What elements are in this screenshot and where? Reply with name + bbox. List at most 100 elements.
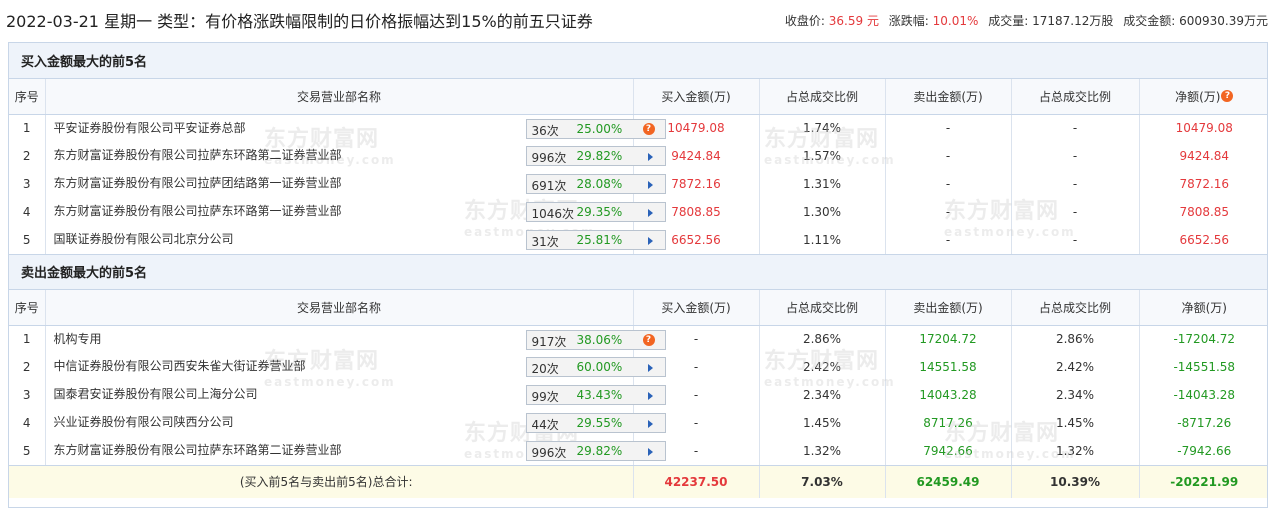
arrow-icon[interactable] [647, 392, 653, 400]
sell-amount-cell: - [885, 198, 1012, 226]
col-header-sell-ratio: 占总成交比例 [1011, 78, 1140, 115]
net-amount-cell: -8717.26 [1177, 416, 1232, 430]
sell-ratio-cell: 2.34% [1011, 381, 1140, 409]
col-header-seq: 序号 [9, 78, 46, 115]
trade-count-box[interactable]: 31次 25.81% [525, 230, 666, 250]
sell-amount-cell: 17204.72 [885, 325, 1012, 353]
sell-amount-cell: 8717.26 [885, 409, 1012, 437]
volume-value: 17187.12万股 [1032, 14, 1114, 28]
sell-ratio-cell: 1.45% [1011, 409, 1140, 437]
col-header-buy-ratio: 占总成交比例 [759, 289, 886, 326]
trade-count-box[interactable]: 44次 29.55% [525, 413, 666, 433]
total-net: -20221.99 [1139, 464, 1267, 498]
col-header-buy-ratio: 占总成交比例 [759, 78, 886, 115]
trade-count-box[interactable]: 996次 29.82% [525, 146, 666, 166]
table-row: 5 国联证券股份有限公司北京分公司 31次 25.81% 6652.56 1.11% - -6… [9, 226, 1267, 255]
arrow-icon[interactable] [647, 448, 653, 456]
branch-name-link[interactable]: 中信证券股份有限公司西安朱雀大街证券营业部 [54, 357, 306, 374]
trade-count-box[interactable]: 99次 43.43% [525, 385, 666, 405]
seq-cell: 4 [9, 198, 46, 226]
sell-ratio-cell: - [1011, 114, 1140, 142]
total-label: (买入前5名与卖出前5名)总合计: [9, 464, 634, 498]
net-amount-cell: 6652.56 [1139, 226, 1267, 255]
net-amount-cell: 10479.08 [1175, 121, 1233, 136]
question-icon[interactable]: ? [642, 333, 655, 346]
col-header-net: 净额(万) [1139, 289, 1267, 326]
win-rate: 29.82% [576, 444, 623, 458]
trade-times: 36次 [531, 123, 559, 138]
sell-ratio-cell: 2.42% [1011, 353, 1140, 381]
trade-times: 691次 [531, 179, 567, 193]
branch-name-link[interactable]: 东方财富证券股份有限公司拉萨东环路第一证券营业部 [54, 202, 342, 219]
buy-ratio-cell: 2.42% [759, 353, 886, 381]
branch-name-link[interactable]: 兴业证券股份有限公司陕西分公司 [54, 413, 234, 430]
trade-count-box[interactable]: 36次 25.00%? [525, 118, 666, 139]
seq-cell: 2 [9, 142, 46, 170]
trade-count-box[interactable]: 1046次 29.35% [525, 202, 666, 222]
branch-name-link[interactable]: 平安证券股份有限公司平安证券总部 [54, 119, 246, 136]
seq-cell: 1 [9, 325, 46, 353]
buy-section-title-row: 买入金额最大的前5名 [9, 43, 1267, 79]
branch-name-link[interactable]: 国泰君安证券股份有限公司上海分公司 [54, 385, 258, 402]
change-label: 涨跌幅: [888, 14, 929, 28]
table-row: 1 平安证券股份有限公司平安证券总部 36次 25.00%? 10479.08 1.74%… [9, 114, 1267, 142]
sell-section-title-row: 卖出金额最大的前5名 [9, 254, 1267, 290]
total-sell-ratio: 10.39% [1011, 464, 1140, 498]
buy-header-row: 序号 交易营业部名称 买入金额(万) 占总成交比例 卖出金额(万) 占总成交比例… [9, 78, 1267, 115]
col-header-buy-amount: 买入金额(万) [633, 78, 760, 115]
change-value: 10.01% [932, 14, 979, 28]
billboard-table: 买入金额最大的前5名 序号 交易营业部名称 买入金额(万) 占总成交比例 卖出金… [9, 43, 1267, 498]
question-icon[interactable]: ? [642, 122, 655, 135]
arrow-icon[interactable] [647, 364, 653, 372]
close-price-value: 36.59 元 [828, 14, 879, 28]
branch-name-link[interactable]: 机构专用 [54, 330, 102, 347]
trade-count-box[interactable]: 917次 38.06%? [525, 329, 666, 350]
table-row: 2 东方财富证券股份有限公司拉萨东环路第二证券营业部 996次 29.82% 9424.… [9, 142, 1267, 170]
branch-cell: 国泰君安证券股份有限公司上海分公司 99次 43.43% [45, 381, 666, 409]
total-buy: 42237.50 [633, 464, 760, 498]
win-rate: 43.43% [576, 388, 623, 402]
win-rate: 38.06% [576, 332, 623, 347]
col-header-seq: 序号 [9, 289, 46, 326]
trade-count-box[interactable]: 996次 29.82% [525, 441, 666, 461]
branch-cell: 平安证券股份有限公司平安证券总部 36次 25.00%? [45, 114, 666, 142]
turnover-label: 成交金额: [1123, 14, 1176, 28]
question-icon[interactable]: ? [1221, 89, 1234, 102]
turnover-value: 600930.39万元 [1179, 14, 1268, 28]
net-amount-cell: -14043.28 [1173, 388, 1236, 402]
sell-amount-cell: 14043.28 [885, 381, 1012, 409]
trade-times: 44次 [531, 418, 559, 432]
col-header-sell-ratio: 占总成交比例 [1011, 289, 1140, 326]
branch-name-link[interactable]: 东方财富证券股份有限公司拉萨东环路第二证券营业部 [54, 146, 342, 163]
trade-times: 917次 [531, 334, 567, 349]
arrow-icon[interactable] [647, 153, 653, 161]
branch-name-link[interactable]: 东方财富证券股份有限公司拉萨东环路第二证券营业部 [54, 441, 342, 458]
branch-cell: 机构专用 917次 38.06%? [45, 325, 666, 353]
net-amount-cell: -7942.66 [1139, 437, 1267, 466]
arrow-icon[interactable] [647, 209, 653, 217]
col-header-sell-amount: 卖出金额(万) [885, 289, 1012, 326]
trade-times: 996次 [531, 446, 567, 460]
trade-count-box[interactable]: 691次 28.08% [525, 174, 666, 194]
branch-name-link[interactable]: 东方财富证券股份有限公司拉萨团结路第一证券营业部 [54, 174, 342, 191]
branch-name-link[interactable]: 国联证券股份有限公司北京分公司 [54, 230, 234, 247]
buy-ratio-cell: 1.32% [759, 437, 886, 466]
arrow-icon[interactable] [647, 237, 653, 245]
arrow-icon[interactable] [647, 420, 653, 428]
seq-cell: 5 [9, 437, 46, 466]
total-buy-ratio: 7.03% [759, 464, 886, 498]
branch-cell: 东方财富证券股份有限公司拉萨东环路第二证券营业部 996次 29.82% [45, 437, 666, 466]
buy-ratio-cell: 1.11% [759, 226, 886, 255]
seq-cell: 3 [9, 381, 46, 409]
sell-amount-cell: - [885, 170, 1012, 198]
buy-ratio-cell: 1.30% [759, 198, 886, 226]
sell-amount-cell: - [885, 114, 1012, 142]
trade-times: 99次 [531, 390, 559, 404]
col-header-name: 交易营业部名称 [45, 78, 634, 115]
col-header-net: 净额(万)? [1139, 78, 1267, 115]
page-title: 2022-03-21 星期一 类型：有价格涨跌幅限制的日价格振幅达到15%的前五… [6, 12, 593, 31]
trade-count-box[interactable]: 20次 60.00% [525, 357, 666, 377]
sell-amount-cell: 7942.66 [885, 437, 1012, 466]
net-amount-cell: 7872.16 [1179, 177, 1230, 191]
arrow-icon[interactable] [647, 181, 653, 189]
